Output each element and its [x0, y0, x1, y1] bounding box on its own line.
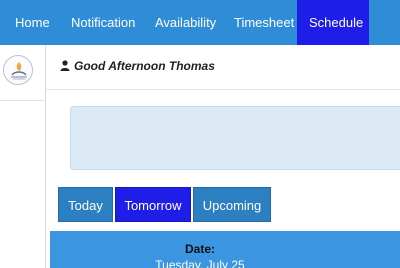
- nav-item-home[interactable]: Home: [3, 0, 62, 45]
- tab-today[interactable]: Today: [58, 187, 113, 222]
- top-navbar: Home Notification Availability Timesheet…: [0, 0, 400, 45]
- app-logo[interactable]: [3, 55, 33, 85]
- user-icon: [60, 58, 70, 76]
- greeting-text: Good Afternoon Thomas: [74, 59, 215, 73]
- date-panel: Date: Tuesday, July 25: [50, 231, 400, 268]
- nav-item-timesheet[interactable]: Timesheet: [222, 0, 306, 45]
- nav-item-availability[interactable]: Availability: [143, 0, 228, 45]
- nav-item-schedule[interactable]: Schedule: [297, 0, 369, 45]
- date-value: Tuesday, July 25: [155, 258, 245, 268]
- tab-upcoming[interactable]: Upcoming: [193, 187, 271, 222]
- header-divider: [46, 89, 400, 90]
- info-panel: [70, 106, 400, 170]
- greeting: Good Afternoon Thomas: [60, 57, 215, 75]
- tab-tomorrow[interactable]: Tomorrow: [115, 187, 191, 222]
- date-label: Date:: [184, 242, 215, 256]
- logo-area: [0, 45, 46, 101]
- nav-item-notification[interactable]: Notification: [59, 0, 147, 45]
- left-sidebar: [0, 45, 46, 268]
